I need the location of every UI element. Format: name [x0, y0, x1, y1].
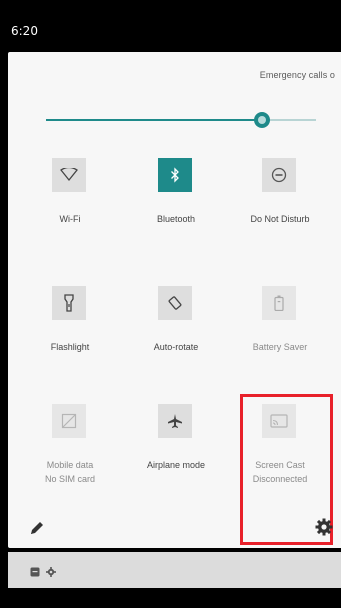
brightness-track	[262, 119, 316, 121]
app-notification-icon	[30, 564, 40, 577]
tile-label: Wi-Fi	[59, 214, 81, 224]
status-bar: 6:20	[0, 0, 341, 50]
tile-wifi[interactable]: Wi-Fi	[22, 158, 118, 268]
settings-notification-icon	[46, 564, 56, 577]
tile-sublabel: No SIM card	[44, 474, 95, 484]
brightness-slider[interactable]	[46, 110, 316, 130]
tile-bluetooth[interactable]: Bluetooth	[128, 158, 224, 268]
tile-label: Airplane mode	[146, 460, 206, 470]
tile-do-not-disturb[interactable]: Do Not Disturb	[232, 158, 328, 268]
tile-auto-rotate[interactable]: Auto-rotate	[128, 286, 224, 396]
mobile-data-icon	[52, 404, 86, 438]
brightness-track-fill	[46, 119, 262, 121]
do-not-disturb-icon	[262, 158, 296, 192]
tile-label: Auto-rotate	[153, 342, 199, 352]
tile-battery-saver[interactable]: Battery Saver	[232, 286, 328, 396]
tile-label: Bluetooth	[156, 214, 196, 224]
bluetooth-icon	[158, 158, 192, 192]
tile-label: Mobile data	[46, 460, 94, 470]
tile-flashlight[interactable]: Flashlight	[22, 286, 118, 396]
tile-label: Flashlight	[50, 342, 90, 352]
tile-airplane-mode[interactable]: Airplane mode	[128, 404, 224, 514]
notification-strip	[8, 552, 341, 588]
tile-mobile-data[interactable]: Mobile data No SIM card	[22, 404, 118, 514]
battery-saver-icon	[262, 286, 296, 320]
airplane-icon	[158, 404, 192, 438]
gear-icon[interactable]	[314, 517, 334, 537]
auto-rotate-icon	[158, 286, 192, 320]
tile-label: Do Not Disturb	[250, 214, 310, 224]
pencil-icon[interactable]	[28, 519, 46, 537]
carrier-text: Emergency calls o	[259, 70, 335, 80]
flashlight-icon	[52, 286, 86, 320]
wifi-icon	[52, 158, 86, 192]
quick-settings-panel: Emergency calls o Wi-Fi Bluetooth Do Not…	[8, 52, 341, 548]
status-time: 6:20	[11, 24, 38, 38]
brightness-thumb[interactable]	[254, 112, 270, 128]
tile-label: Battery Saver	[252, 342, 308, 352]
